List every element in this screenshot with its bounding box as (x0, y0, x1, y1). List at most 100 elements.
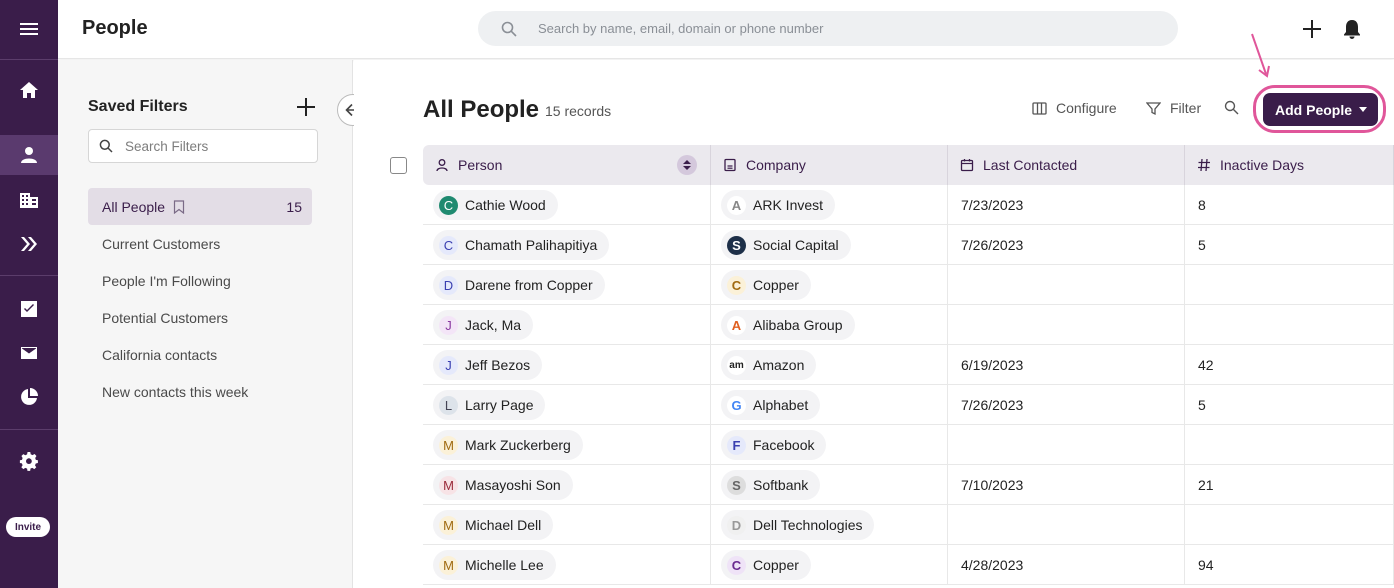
sort-button[interactable] (677, 155, 697, 175)
mail-icon[interactable] (0, 333, 58, 373)
columns-icon (1032, 101, 1047, 115)
table-row[interactable]: M Michael Dell D Dell Technologies (423, 505, 1394, 545)
caret-down-icon (1359, 107, 1368, 112)
checkbox-icon[interactable] (0, 289, 58, 329)
company-cell: C Copper (711, 265, 948, 305)
table-header: Person Company Last Contacted Inactive D… (423, 145, 1394, 185)
company-chip[interactable]: F Facebook (721, 430, 827, 460)
sort-icon (683, 160, 691, 170)
inactive-days-cell: 5 (1185, 385, 1394, 425)
filter-item-current-customers[interactable]: Current Customers (88, 225, 312, 262)
search-icon (99, 139, 113, 153)
person-chip[interactable]: J Jack, Ma (433, 310, 534, 340)
company-name: Copper (753, 277, 799, 293)
company-logo: D (727, 515, 746, 535)
view-title: All People (423, 96, 540, 123)
plus-icon[interactable] (1301, 18, 1323, 40)
person-chip[interactable]: C Cathie Wood (433, 190, 558, 220)
company-chip[interactable]: D Dell Technologies (721, 510, 875, 540)
column-label: Company (746, 157, 806, 173)
column-label: Last Contacted (983, 157, 1078, 173)
filter-button[interactable]: Filter (1146, 100, 1201, 116)
company-name: Alphabet (753, 397, 809, 413)
filter-item-people-following[interactable]: People I'm Following (88, 262, 312, 299)
person-cell: M Masayoshi Son (423, 465, 711, 505)
building-icon[interactable] (0, 180, 58, 220)
table-row[interactable]: C Chamath Palihapitiya S Social Capital 7/26… (423, 225, 1394, 265)
column-header-last-contacted[interactable]: Last Contacted (948, 145, 1185, 185)
person-name: Mark Zuckerberg (465, 437, 571, 453)
main-content: All People 15 records Configure Filter A… (354, 33, 1394, 588)
column-header-company[interactable]: Company (711, 145, 948, 185)
column-label: Inactive Days (1220, 157, 1305, 173)
add-filter-icon[interactable] (296, 97, 316, 117)
chevrons-icon[interactable] (0, 224, 58, 264)
filter-item-new-contacts-week[interactable]: New contacts this week (88, 373, 312, 410)
filter-item-all-people[interactable]: All People 15 (88, 188, 312, 225)
company-chip[interactable]: C Copper (721, 270, 811, 300)
person-chip[interactable]: D Darene from Copper (433, 270, 605, 300)
avatar: M (439, 475, 458, 495)
company-chip[interactable]: A ARK Invest (721, 190, 836, 220)
configure-button[interactable]: Configure (1032, 100, 1117, 116)
person-chip[interactable]: M Michelle Lee (433, 550, 556, 580)
pie-chart-icon[interactable] (0, 377, 58, 417)
company-cell: F Facebook (711, 425, 948, 465)
company-cell: G Alphabet (711, 385, 948, 425)
select-all-checkbox[interactable] (390, 157, 407, 174)
column-header-inactive-days[interactable]: Inactive Days (1185, 145, 1394, 185)
company-logo: C (727, 555, 746, 575)
company-cell: A ARK Invest (711, 185, 948, 225)
company-chip[interactable]: am Amazon (721, 350, 817, 380)
filter-item-label: Potential Customers (102, 309, 229, 326)
people-table: Person Company Last Contacted Inactive D… (423, 145, 1394, 585)
calendar-icon (960, 159, 974, 172)
person-icon[interactable] (0, 135, 58, 175)
home-icon[interactable] (0, 70, 58, 110)
avatar: J (439, 355, 458, 375)
bell-icon[interactable] (1341, 18, 1363, 40)
global-search[interactable] (478, 11, 1178, 46)
invite-button[interactable]: Invite (6, 517, 50, 537)
add-people-button[interactable]: Add People (1263, 93, 1378, 126)
filter-search-input[interactable] (125, 138, 305, 154)
person-chip[interactable]: M Masayoshi Son (433, 470, 573, 500)
company-chip[interactable]: S Softbank (721, 470, 821, 500)
menu-icon[interactable] (0, 9, 58, 49)
inactive-days-cell (1185, 265, 1394, 305)
person-cell: C Cathie Wood (423, 185, 711, 225)
filter-item-potential-customers[interactable]: Potential Customers (88, 299, 312, 336)
gear-icon[interactable] (0, 442, 58, 482)
table-row[interactable]: L Larry Page G Alphabet 7/26/2023 5 (423, 385, 1394, 425)
table-row[interactable]: M Michelle Lee C Copper 4/28/2023 94 (423, 545, 1394, 585)
company-chip[interactable]: S Social Capital (721, 230, 851, 260)
person-chip[interactable]: M Michael Dell (433, 510, 554, 540)
company-chip[interactable]: A Alibaba Group (721, 310, 855, 340)
table-row[interactable]: M Masayoshi Son S Softbank 7/10/2023 21 (423, 465, 1394, 505)
bookmark-icon[interactable] (173, 199, 185, 214)
filter-item-label: All People (102, 198, 166, 215)
person-name: Chamath Palihapitiya (465, 237, 598, 253)
person-chip[interactable]: J Jeff Bezos (433, 350, 543, 380)
table-search-button[interactable] (1224, 100, 1248, 115)
search-input[interactable] (538, 21, 1138, 36)
person-chip[interactable]: C Chamath Palihapitiya (433, 230, 610, 260)
table-row[interactable]: C Cathie Wood A ARK Invest 7/23/2023 8 (423, 185, 1394, 225)
table-row[interactable]: D Darene from Copper C Copper (423, 265, 1394, 305)
inactive-days-cell: 42 (1185, 345, 1394, 385)
filter-item-california-contacts[interactable]: California contacts (88, 336, 312, 373)
filter-search[interactable] (88, 129, 318, 163)
inactive-days-cell: 21 (1185, 465, 1394, 505)
company-cell: am Amazon (711, 345, 948, 385)
inactive-days-cell (1185, 305, 1394, 345)
person-chip[interactable]: M Mark Zuckerberg (433, 430, 583, 460)
table-row[interactable]: M Mark Zuckerberg F Facebook (423, 425, 1394, 465)
company-chip[interactable]: G Alphabet (721, 390, 821, 420)
person-chip[interactable]: L Larry Page (433, 390, 546, 420)
column-header-person[interactable]: Person (423, 145, 711, 185)
avatar: C (439, 195, 458, 215)
company-chip[interactable]: C Copper (721, 550, 811, 580)
company-logo: G (727, 395, 746, 415)
table-row[interactable]: J Jack, Ma A Alibaba Group (423, 305, 1394, 345)
table-row[interactable]: J Jeff Bezos am Amazon 6/19/2023 42 (423, 345, 1394, 385)
